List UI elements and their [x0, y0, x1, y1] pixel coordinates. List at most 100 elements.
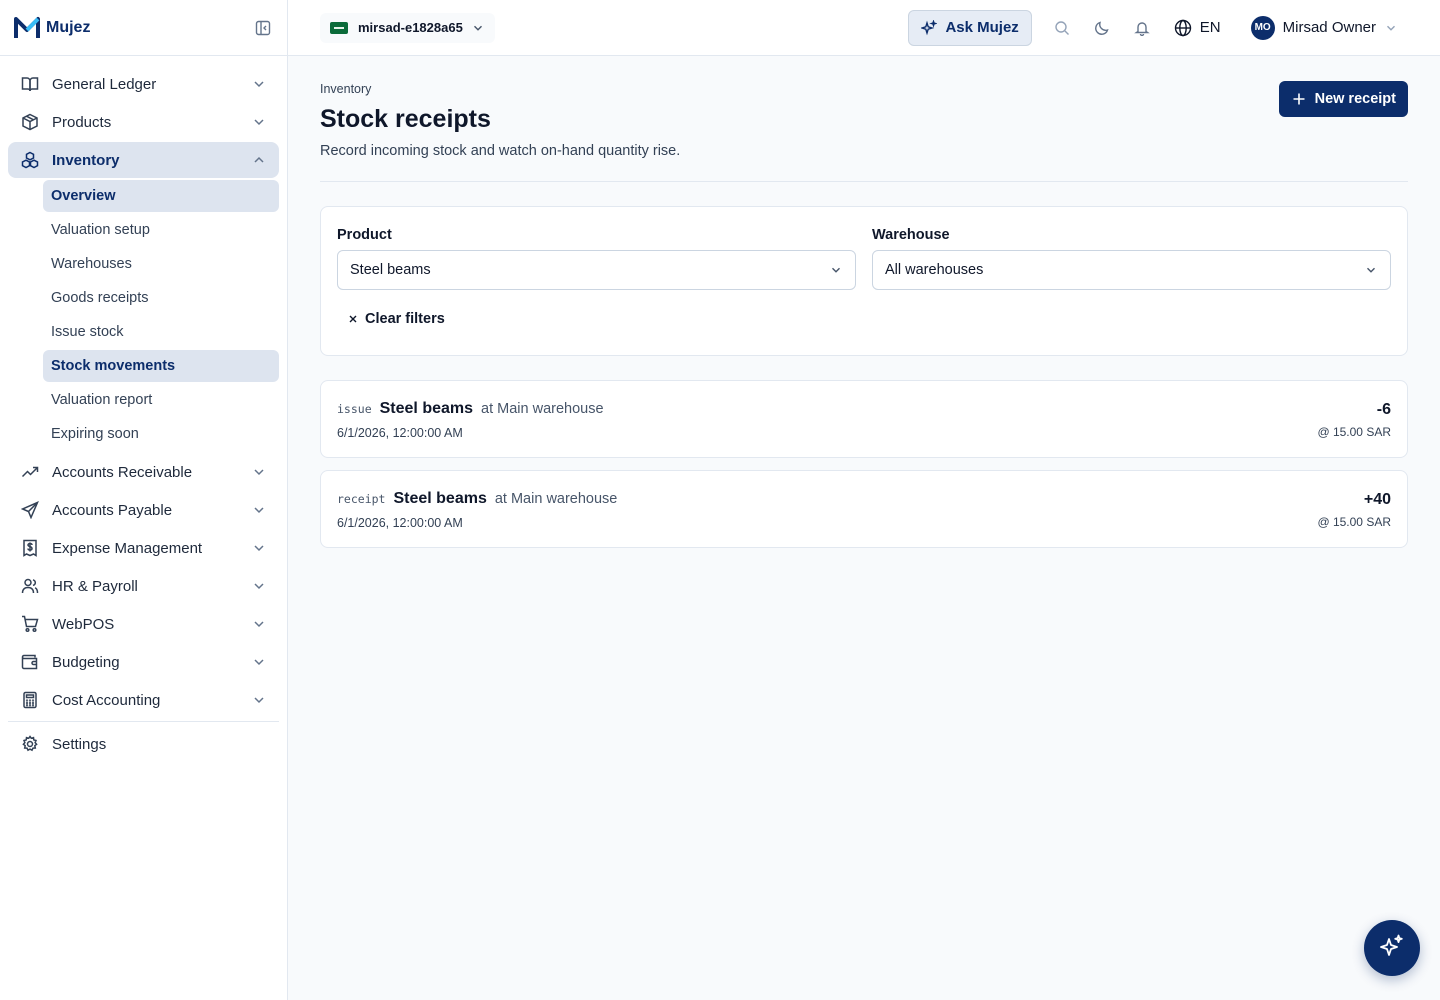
movement-quantity: -6 — [1376, 401, 1391, 418]
warehouse-select[interactable]: All warehouses — [872, 250, 1391, 290]
subnav-item-expiring-soon[interactable]: Expiring soon — [43, 418, 279, 450]
sidebar: Mujez General Ledger Products Inventory … — [0, 0, 288, 1000]
warehouse-filter-label: Warehouse — [872, 227, 950, 243]
ask-mujez-label: Ask Mujez — [945, 19, 1019, 36]
search-icon[interactable] — [1052, 18, 1072, 38]
product-select[interactable]: Steel beams — [337, 250, 856, 290]
boxes-icon — [20, 150, 40, 170]
saudi-flag-icon — [330, 21, 348, 34]
sidebar-item-hr-payroll[interactable]: HR & Payroll — [8, 568, 279, 604]
org-switcher[interactable]: mirsad-e1828a65 — [320, 12, 495, 43]
bell-icon[interactable] — [1132, 18, 1152, 38]
sparkles-icon — [921, 19, 938, 36]
movement-heading: issue Steel beams at Main warehouse — [337, 400, 604, 418]
sidebar-item-budgeting[interactable]: Budgeting — [8, 644, 279, 680]
book-open-icon — [20, 74, 40, 94]
subnav-item-issue-stock[interactable]: Issue stock — [43, 316, 279, 348]
receipt-dollar-icon — [20, 538, 40, 558]
subnav-item-goods-receipts[interactable]: Goods receipts — [43, 282, 279, 314]
page-title: Stock receipts — [320, 105, 491, 133]
subnav-item-stock-movements[interactable]: Stock movements — [43, 350, 279, 382]
sidebar-item-inventory[interactable]: Inventory — [8, 142, 279, 178]
sidebar-item-label: HR & Payroll — [52, 577, 138, 595]
brand: Mujez — [0, 0, 287, 56]
users-icon — [20, 576, 40, 596]
globe-icon — [1174, 19, 1192, 37]
sidebar-item-accounts-receivable[interactable]: Accounts Receivable — [8, 454, 279, 490]
sidebar-collapse-icon[interactable] — [253, 18, 273, 38]
product-select-value: Steel beams — [350, 262, 431, 278]
chevron-down-icon — [251, 654, 267, 670]
movement-date: 6/1/2026, 12:00:00 AM — [337, 426, 463, 440]
moon-icon[interactable] — [1092, 18, 1112, 38]
gear-icon — [20, 734, 40, 754]
subnav-item-overview[interactable]: Overview — [43, 180, 279, 212]
main-content: Inventory Stock receipts Record incoming… — [288, 57, 1440, 1000]
sidebar-item-expense-management[interactable]: Expense Management — [8, 530, 279, 566]
sidebar-item-webpos[interactable]: WebPOS — [8, 606, 279, 642]
movement-product: Steel beams — [393, 490, 487, 507]
page-subtitle: Record incoming stock and watch on-hand … — [320, 143, 681, 159]
sidebar-item-accounts-payable[interactable]: Accounts Payable — [8, 492, 279, 528]
chevron-down-icon — [251, 502, 267, 518]
wallet-icon — [20, 652, 40, 672]
ai-assistant-fab[interactable] — [1364, 920, 1420, 976]
sidebar-item-label: Accounts Receivable — [52, 463, 193, 481]
ask-mujez-button[interactable]: Ask Mujez — [908, 9, 1032, 46]
user-name: Mirsad Owner — [1282, 19, 1376, 36]
send-icon — [20, 500, 40, 520]
product-filter: Product Steel beams — [337, 227, 856, 290]
cart-icon — [20, 614, 40, 634]
chevron-up-icon — [251, 152, 267, 168]
movement-location: at Main warehouse — [481, 401, 604, 417]
trending-up-icon — [20, 462, 40, 482]
warehouse-select-value: All warehouses — [885, 262, 984, 278]
sidebar-item-label: Budgeting — [52, 653, 120, 671]
movement-type: receipt — [337, 492, 386, 506]
user-menu[interactable]: MO Mirsad Owner — [1250, 15, 1398, 40]
sidebar-item-cost-accounting[interactable]: Cost Accounting — [8, 682, 279, 718]
new-receipt-button[interactable]: New receipt — [1278, 81, 1408, 117]
filters-card: Product Steel beams Warehouse All wareho… — [320, 206, 1408, 356]
header-divider — [320, 181, 1408, 182]
movement-location: at Main warehouse — [494, 491, 618, 507]
chevron-down-icon — [251, 616, 267, 632]
chevron-down-icon — [251, 540, 267, 556]
language-switcher[interactable]: EN — [1174, 19, 1221, 37]
movement-quantity: +40 — [1363, 491, 1391, 508]
movement-type: issue — [337, 402, 372, 416]
breadcrumb[interactable]: Inventory — [320, 82, 371, 96]
sidebar-item-label: Cost Accounting — [52, 691, 161, 709]
close-icon — [347, 313, 359, 325]
sidebar-item-settings[interactable]: Settings — [8, 726, 279, 762]
sidebar-item-label: Settings — [52, 735, 107, 753]
package-icon — [20, 112, 40, 132]
clear-filters-label: Clear filters — [365, 311, 445, 327]
sidebar-item-label: Inventory — [52, 151, 120, 169]
movement-row[interactable]: issue Steel beams at Main warehouse 6/1/… — [320, 380, 1408, 458]
movement-unit-price: @ 15.00 SAR — [1317, 425, 1391, 439]
movement-row[interactable]: receipt Steel beams at Main warehouse 6/… — [320, 470, 1408, 548]
movement-product: Steel beams — [379, 400, 474, 417]
inventory-subnav: Overview Valuation setup Warehouses Good… — [43, 180, 279, 450]
subnav-item-valuation-setup[interactable]: Valuation setup — [43, 214, 279, 246]
product-filter-label: Product — [337, 227, 392, 243]
chevron-down-icon — [251, 578, 267, 594]
language-label: EN — [1199, 19, 1221, 36]
sidebar-item-label: Products — [52, 113, 112, 131]
chevron-down-icon — [251, 692, 267, 708]
avatar: MO — [1250, 15, 1275, 40]
clear-filters-button[interactable]: Clear filters — [347, 311, 445, 327]
sidebar-item-general-ledger[interactable]: General Ledger — [8, 66, 279, 102]
sidebar-item-label: WebPOS — [52, 615, 115, 633]
sidebar-item-products[interactable]: Products — [8, 104, 279, 140]
chevron-down-icon — [829, 263, 843, 277]
sidebar-divider — [8, 721, 279, 722]
sidebar-item-label: General Ledger — [52, 75, 157, 93]
mujez-logo-icon — [14, 16, 40, 40]
subnav-item-valuation-report[interactable]: Valuation report — [43, 384, 279, 416]
subnav-item-warehouses[interactable]: Warehouses — [43, 248, 279, 280]
new-receipt-label: New receipt — [1314, 91, 1396, 107]
chevron-down-icon — [1364, 263, 1378, 277]
movement-heading: receipt Steel beams at Main warehouse — [337, 490, 617, 508]
